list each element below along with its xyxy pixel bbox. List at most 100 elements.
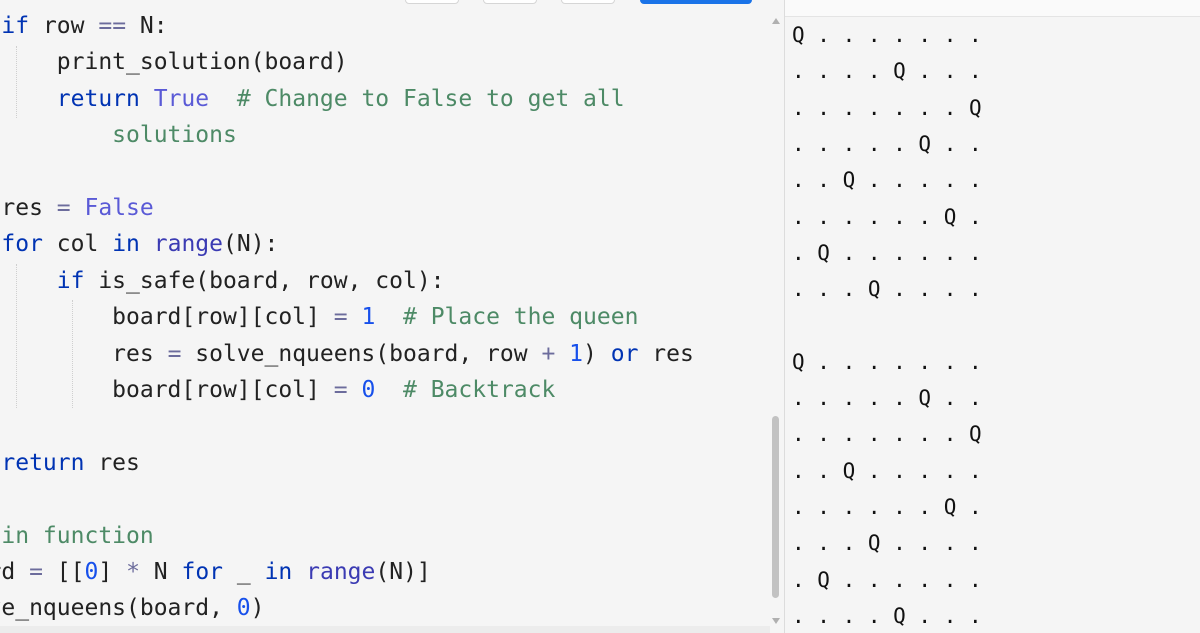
code-token: board[row][col] [112, 304, 320, 331]
output-line: Q . . . . . . . [792, 23, 982, 47]
code-token: range [306, 559, 376, 585]
code-token: = [56, 195, 71, 221]
output-line: . . . Q . . . . [792, 531, 982, 556]
code-token: ] [98, 559, 127, 585]
code-token: row [29, 13, 99, 39]
output-line: . . . . . . Q . [792, 494, 982, 519]
code-token: N: [126, 13, 168, 39]
code-line[interactable]: for col in range(N): [0, 226, 278, 262]
output-line: . . . . . Q . . [792, 386, 982, 410]
code-token: False [84, 195, 154, 221]
code-token: # Main function [0, 522, 154, 549]
code-token: (N): [223, 231, 279, 258]
code-line[interactable]: # Main function [0, 518, 154, 554]
scroll-down-arrow-icon[interactable] [772, 618, 780, 624]
code-line[interactable]: if is_safe(board, row, col): [0, 263, 445, 299]
code-token: for [181, 559, 224, 585]
code-token: # Backtrack [403, 377, 556, 403]
output-line: . . . . . . . Q [792, 95, 982, 120]
code-token: _ [223, 559, 265, 585]
code-token: solve_nqueens(board, row [181, 340, 542, 367]
output-line: . . Q . . . . . [792, 458, 982, 483]
code-line[interactable]: board[row][col] = 1 # Place the queen [0, 299, 638, 335]
code-line[interactable]: solve_nqueens(board, 0) [0, 590, 265, 626]
code-token: res [112, 340, 154, 367]
code-editor[interactable]: if row == N: print_solution(board) retur… [0, 0, 784, 633]
code-token: range [153, 231, 223, 258]
code-line[interactable]: res = solve_nqueens(board, row + 1) or r… [0, 336, 694, 372]
toolbar-button[interactable] [483, 0, 537, 4]
output-panel: Q . . . . . . . . . . . Q . . . . . . . . … [785, 0, 1200, 633]
code-token: return [56, 85, 140, 112]
code-token: board[row][col] [112, 377, 320, 403]
code-line[interactable]: print_solution(board) [0, 44, 348, 80]
code-token: 0 [84, 559, 99, 585]
output-line: . . Q . . . . . [792, 168, 982, 193]
code-token: N [139, 559, 182, 585]
output-header [785, 0, 1200, 17]
code-token: True [153, 85, 210, 112]
code-line[interactable]: res = False [0, 190, 154, 226]
code-line[interactable]: return True # Change to False to get all [0, 81, 625, 117]
code-token: if [56, 267, 85, 294]
code-token: for [1, 231, 43, 258]
output-line: Q . . . . . . . [792, 349, 982, 374]
horizontal-scrollbar[interactable] [0, 626, 770, 633]
code-token: in [112, 231, 140, 258]
code-token: res [1, 195, 43, 221]
code-token: * [126, 559, 140, 585]
code-token: # Place the queen [403, 304, 639, 331]
code-line[interactable]: board[row][col] = 0 # Backtrack [0, 372, 555, 408]
code-token: is_safe(board, row, col): [84, 267, 445, 294]
code-line[interactable]: if row == N: [0, 8, 168, 44]
output-line: . . . . . Q . . [792, 131, 982, 156]
code-token: in [264, 559, 293, 585]
code-token: = [29, 559, 43, 585]
code-token: board [0, 559, 16, 585]
output-line: . . . . . . Q . [792, 204, 982, 229]
code-token: = [333, 377, 348, 403]
toolbar-button[interactable] [561, 0, 615, 4]
output-line: . . . Q . . . . [792, 277, 982, 302]
output-line: . Q . . . . . . [792, 240, 982, 265]
scrollbar-thumb[interactable] [772, 416, 779, 598]
code-token: res [84, 449, 140, 476]
code-token: 1 [361, 304, 376, 331]
code-line[interactable]: solutions [0, 117, 237, 153]
code-token: + [541, 340, 556, 367]
code-token: 0 [236, 595, 251, 622]
output-line: . . . . Q . . . [792, 603, 982, 628]
output-line: . . . . . . . Q [792, 422, 982, 447]
toolbar-button[interactable] [405, 0, 459, 4]
code-token: 1 [569, 340, 584, 367]
code-token: res [638, 340, 694, 367]
scroll-up-arrow-icon[interactable] [772, 18, 780, 24]
code-token: return [1, 449, 85, 476]
code-token: # Change to False to get all [236, 85, 625, 112]
code-token: (N)] [375, 559, 431, 585]
code-token: print_solution(board) [56, 49, 348, 76]
code-line[interactable]: board = [[0] * N for _ in range(N)] [0, 554, 431, 590]
code-token: col [42, 231, 113, 258]
code-token: = [333, 304, 348, 331]
output-line: . . . . Q . . . [792, 59, 982, 84]
code-line[interactable]: return res [0, 445, 140, 481]
run-button[interactable] [640, 0, 752, 4]
code-token: if [1, 13, 30, 39]
output-line: . Q . . . . . . [792, 567, 982, 592]
vertical-scrollbar[interactable] [770, 16, 782, 626]
code-token: solutions [112, 122, 237, 149]
code-token: ) [583, 340, 611, 367]
